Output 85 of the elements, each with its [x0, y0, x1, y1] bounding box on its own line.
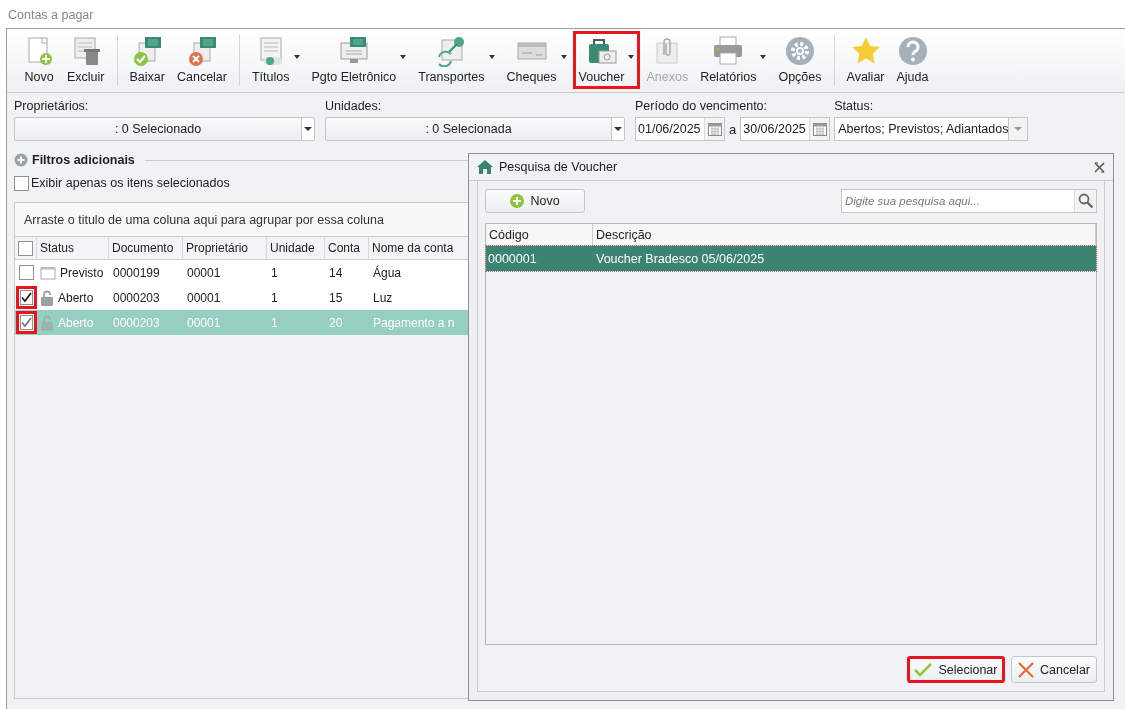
table-cell: 0000199 [113, 265, 160, 280]
caret-icon [304, 127, 312, 131]
table-cell: 00001 [187, 315, 221, 330]
expand-icon[interactable] [14, 153, 28, 167]
toolbar-button[interactable]: Novo [17, 31, 61, 89]
table-cell: Pagamento a n [373, 315, 455, 330]
calendar-icon [40, 265, 56, 280]
table-cell: 00001 [187, 290, 221, 305]
column-header[interactable]: Unidade [267, 237, 325, 259]
table-cell: 1 [271, 265, 278, 280]
calendar-icon [706, 121, 723, 137]
toolbar-button[interactable]: Ajuda [890, 31, 935, 89]
table-cell-text: 0000001 [487, 251, 538, 266]
checkbox-label: Exibir apenas os itens selecionados [31, 176, 230, 190]
new-button[interactable]: Novo [485, 189, 585, 213]
status-dropdown[interactable]: Abertos; Previstos; Adiantados [834, 117, 1029, 141]
checkbox[interactable] [15, 311, 37, 334]
column-header[interactable]: Conta [325, 237, 369, 259]
filter-label: Período do vencimento: [635, 99, 769, 113]
filter-label: Unidades: [325, 99, 383, 113]
search-field[interactable]: Digite sua pesquisa aqui... [841, 189, 1097, 213]
dialog-button[interactable]: Cancelar [1010, 656, 1097, 683]
table-cell: 15 [329, 290, 343, 305]
house-icon [477, 160, 493, 174]
search-icon[interactable] [1077, 193, 1094, 209]
table-row[interactable]: 0000001 Voucher Bradesco 05/06/2025 [486, 246, 1096, 271]
toolbar-button[interactable]: Cheques [500, 31, 573, 89]
plus-icon [510, 194, 525, 208]
range-separator: a [729, 121, 737, 137]
table-cell: 1 [271, 315, 278, 330]
table-cell: 00001 [187, 265, 221, 280]
calendar-icon [811, 121, 828, 137]
checkbox[interactable] [15, 286, 37, 309]
table-cell-text: Voucher Bradesco 05/06/2025 [595, 251, 766, 266]
money-check-icon [131, 35, 164, 67]
checkbox[interactable] [18, 265, 34, 280]
toolbar-button[interactable]: Opções [772, 31, 828, 89]
checkbox[interactable] [14, 175, 29, 191]
toolbar-button[interactable]: Títulos [246, 31, 306, 89]
help-icon [896, 35, 929, 67]
unlocked-padlock-icon [40, 289, 54, 306]
table-cell: 20 [329, 315, 343, 330]
toolbar-button[interactable]: Baixar [123, 31, 171, 89]
date-field[interactable]: 30/06/2025 [740, 117, 831, 141]
column-header[interactable]: Proprietário [183, 237, 267, 259]
filter-label: Status: [834, 99, 875, 113]
filter-label: Proprietários: [14, 99, 90, 113]
toolbar-button[interactable]: Excluir [61, 31, 111, 89]
table-cell: Luz [373, 290, 393, 305]
toolbar-button[interactable]: Cancelar [170, 31, 233, 89]
toolbar-button[interactable]: Avaliar [840, 31, 891, 89]
column-header[interactable]: Status [37, 237, 109, 259]
table-row[interactable]: Previsto 0000199 00001 1 14 Água [15, 260, 469, 285]
table-cell: Aberto [58, 315, 94, 330]
section-title: Filtros adicionais [32, 153, 135, 167]
checkmark-icon [914, 662, 933, 677]
column-header[interactable]: Documento [109, 237, 183, 259]
caret-icon [614, 127, 622, 131]
gear-icon [783, 35, 816, 67]
toolbar-button[interactable]: Voucher [572, 31, 641, 89]
table-cell: 0000203 [113, 290, 160, 305]
printer-icon [712, 35, 745, 67]
table-cell: Água [373, 265, 402, 280]
dropdown-field[interactable]: : 0 Selecionada [325, 117, 625, 141]
table-row[interactable]: Aberto 0000203 00001 1 15 Luz [15, 285, 469, 310]
checkmark-icon [19, 316, 33, 329]
table-cell: 1 [271, 290, 278, 305]
table-cell: Previsto [60, 265, 104, 280]
checkmark-icon [19, 291, 33, 304]
toolbar-button[interactable]: Transportes [412, 31, 501, 89]
cross-icon [1017, 661, 1034, 678]
toolbar-button[interactable]: Pgto Eletrônico [305, 31, 413, 89]
table-cell: 14 [329, 265, 343, 280]
close-icon[interactable] [1094, 161, 1105, 173]
dropdown-field[interactable]: : 0 Selecionado [14, 117, 315, 141]
table-cell: 0000203 [113, 315, 160, 330]
caret-icon [1014, 127, 1023, 131]
group-by-hint: Arraste o titulo de uma coluna aqui para agrupar por essa coluna [15, 203, 469, 237]
date-field[interactable]: 01/06/2025 [635, 117, 725, 141]
checkbox[interactable] [18, 240, 33, 256]
unlocked-padlock-icon [40, 314, 54, 331]
table-cell: Aberto [58, 290, 94, 305]
dialog-button[interactable]: Selecionar [906, 656, 1005, 683]
dialog-title: Pesquisa de Voucher [499, 160, 619, 174]
toolbar-button[interactable]: Relatórios [694, 31, 773, 89]
